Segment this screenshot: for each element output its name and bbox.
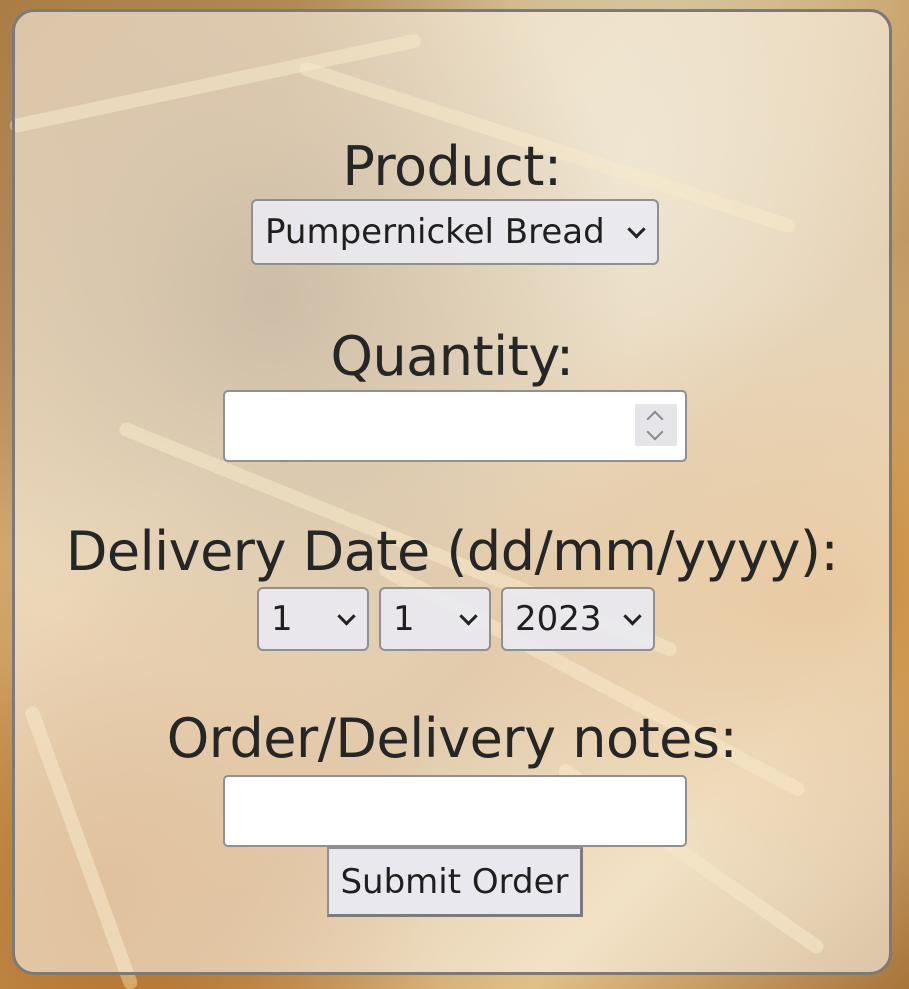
month-select-value: 1 xyxy=(393,599,415,639)
day-select-value: 1 xyxy=(271,599,293,639)
chevron-down-icon xyxy=(459,607,478,626)
product-label: Product: xyxy=(342,135,562,198)
notes-input[interactable] xyxy=(223,775,687,847)
submit-order-button[interactable]: Submit Order xyxy=(327,847,583,917)
product-select[interactable]: Pumpernickel Bread xyxy=(251,199,659,265)
day-select[interactable]: 1 xyxy=(257,587,369,651)
chevron-down-icon[interactable] xyxy=(646,423,664,441)
spinner-icon[interactable] xyxy=(635,404,677,446)
notes-label: Order/Delivery notes: xyxy=(166,707,738,770)
year-select-value: 2023 xyxy=(515,599,602,639)
quantity-input[interactable] xyxy=(223,390,687,462)
chevron-down-icon xyxy=(627,220,646,239)
product-select-value: Pumpernickel Bread xyxy=(265,212,605,252)
order-form-card: Product: Pumpernickel Bread Quantity: De… xyxy=(12,9,892,975)
month-select[interactable]: 1 xyxy=(379,587,491,651)
year-select[interactable]: 2023 xyxy=(501,587,655,651)
delivery-date-label: Delivery Date (dd/mm/yyyy): xyxy=(65,520,839,583)
chevron-down-icon xyxy=(623,607,642,626)
chevron-down-icon xyxy=(337,607,356,626)
quantity-label: Quantity: xyxy=(330,325,574,388)
